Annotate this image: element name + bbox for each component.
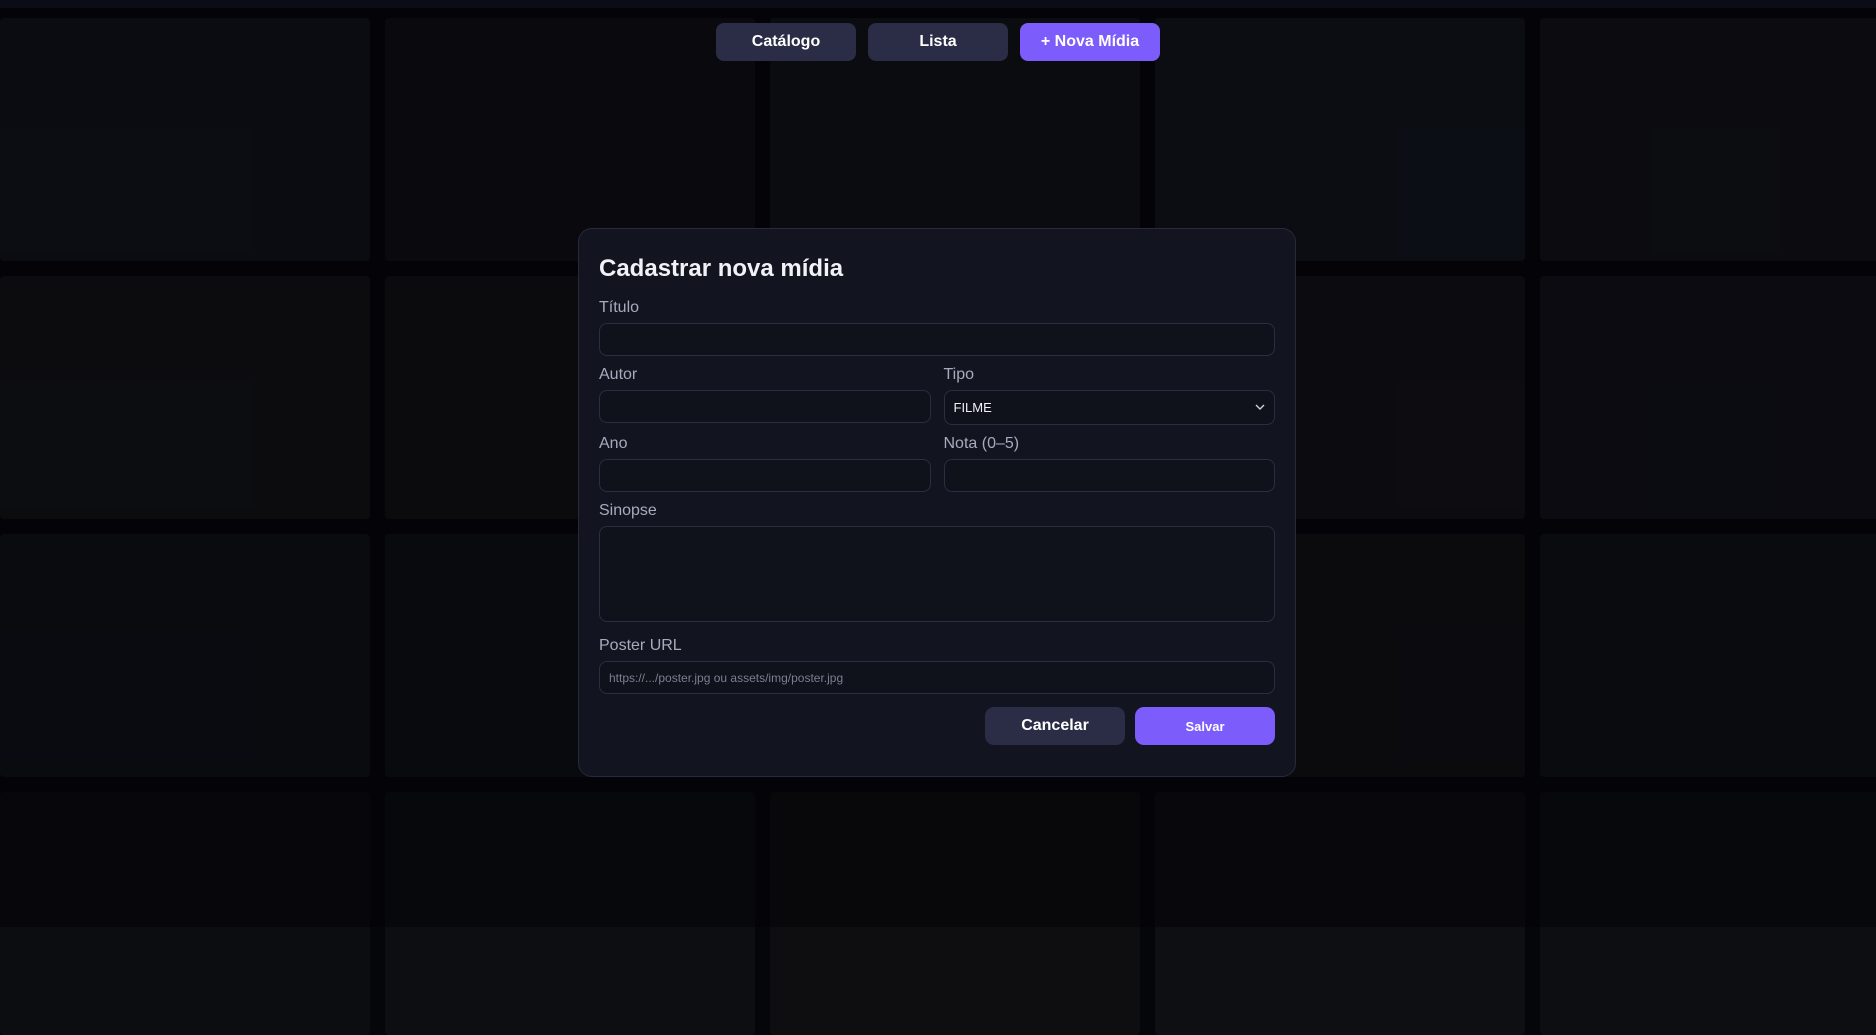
rating-label: Nota (0–5): [943, 435, 1020, 452]
poster-group: Poster URL https://.../poster.jpg ou ass…: [599, 637, 1275, 694]
type-select-value: FILME: [953, 400, 992, 415]
type-label: Tipo: [943, 366, 975, 383]
new-media-button[interactable]: + Nova Mídia: [1020, 23, 1160, 61]
author-input[interactable]: [599, 390, 931, 423]
top-nav: Catálogo Lista + Nova Mídia: [0, 23, 1876, 61]
rating-group: Nota (0–5): [943, 435, 1275, 492]
list-tab[interactable]: Lista: [868, 23, 1008, 61]
synopsis-label: Sinopse: [599, 502, 657, 519]
synopsis-textarea[interactable]: [599, 526, 1275, 622]
type-group: Tipo FILME: [943, 366, 1275, 425]
author-type-row: Autor Tipo FILME: [599, 366, 1275, 425]
poster-url-input[interactable]: https://.../poster.jpg ou assets/img/pos…: [599, 661, 1275, 694]
title-label: Título: [599, 299, 640, 316]
save-button[interactable]: Salvar: [1135, 707, 1275, 745]
poster-url-placeholder: https://.../poster.jpg ou assets/img/pos…: [609, 670, 844, 685]
author-label: Autor: [599, 366, 638, 383]
synopsis-group: Sinopse: [599, 502, 1275, 627]
year-group: Ano: [599, 435, 931, 492]
type-select[interactable]: FILME: [943, 390, 1275, 425]
new-media-modal: Cadastrar nova mídia Título Autor Tipo F…: [578, 228, 1296, 777]
chevron-down-icon: [1255, 402, 1265, 414]
catalog-tab[interactable]: Catálogo: [716, 23, 856, 61]
modal-actions: Cancelar Salvar: [599, 707, 1275, 745]
year-label: Ano: [599, 435, 628, 452]
year-input[interactable]: [599, 459, 931, 492]
author-group: Autor: [599, 366, 931, 425]
rating-input[interactable]: [943, 459, 1275, 492]
poster-label: Poster URL: [599, 637, 682, 654]
title-input[interactable]: [599, 323, 1275, 356]
modal-title: Cadastrar nova mídia: [599, 255, 844, 282]
year-rating-row: Ano Nota (0–5): [599, 435, 1275, 492]
title-group: Título: [599, 299, 1275, 356]
cancel-button[interactable]: Cancelar: [985, 707, 1125, 745]
